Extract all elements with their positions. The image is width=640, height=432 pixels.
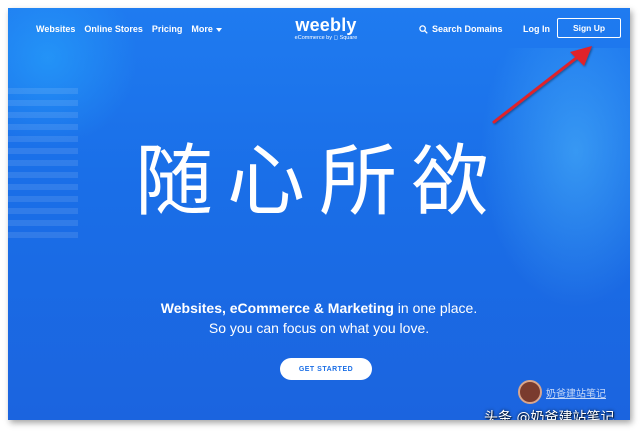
login-link[interactable]: Log In	[523, 24, 550, 34]
signup-button[interactable]: Sign Up	[557, 18, 621, 38]
nav-link-pricing[interactable]: Pricing	[152, 24, 183, 34]
search-icon	[419, 24, 428, 34]
nav-links: Websites Online Stores Pricing More	[36, 24, 222, 34]
weebly-logo[interactable]: weebly eCommerce by ◻ Square	[281, 16, 371, 41]
logo-wordmark: weebly	[295, 15, 357, 35]
get-started-button[interactable]: GET STARTED	[280, 358, 372, 380]
hero-subtitle-bold: Websites, eCommerce & Marketing	[160, 300, 394, 316]
hero-subtitle-rest: in one place.	[393, 300, 478, 316]
hero-subtitle-line-2: So you can focus on what you love.	[208, 320, 430, 336]
search-domains-link[interactable]: Search Domains	[419, 24, 503, 34]
nav-link-online-stores[interactable]: Online Stores	[84, 24, 143, 34]
search-domains-label: Search Domains	[432, 24, 503, 34]
watermark-ribbon: 奶爸建站笔记	[546, 389, 606, 400]
nav-link-more-label: More	[191, 24, 213, 34]
nav-link-websites[interactable]: Websites	[36, 24, 75, 34]
chevron-down-icon	[215, 27, 222, 32]
logo-subtitle: eCommerce by ◻ Square	[294, 35, 358, 41]
nav-link-more[interactable]: More	[191, 24, 222, 34]
hero-headline: 随心所欲	[134, 137, 503, 227]
screenshot-frame: Websites Online Stores Pricing More weeb…	[8, 8, 630, 420]
annotation-arrow-icon	[492, 46, 592, 124]
watermark-text: 头条 @奶爸建站笔记	[484, 410, 615, 420]
hero-subtitle-line-1: Websites, eCommerce & Marketing in one p…	[8, 300, 630, 316]
watermark: 奶爸建站笔记 头条 @奶爸建站笔记	[478, 380, 630, 420]
avatar-icon	[518, 380, 542, 404]
